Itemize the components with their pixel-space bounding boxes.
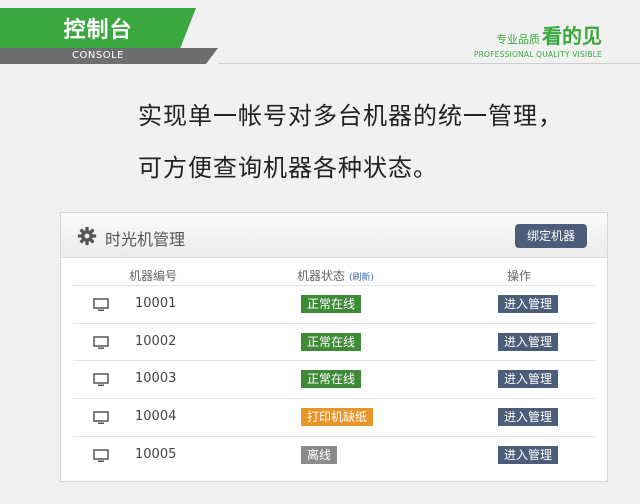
enter-management-button[interactable]: 进入管理 xyxy=(498,333,559,351)
slogan-english: PROFESSIONAL QUALITY VISIBLE xyxy=(473,50,602,59)
panel-header: 时光机管理 绑定机器 xyxy=(61,213,607,258)
status-badge: 离线 xyxy=(301,446,338,464)
enter-management-button[interactable]: 进入管理 xyxy=(498,370,559,388)
status-badge: 正常在线 xyxy=(301,295,362,313)
column-header-status-label: 机器状态 xyxy=(297,269,346,283)
column-header-status: 机器状态 (刷新) xyxy=(297,267,374,284)
column-header-action: 操作 xyxy=(507,269,532,283)
machine-id: 10004 xyxy=(135,409,177,424)
monitor-icon xyxy=(93,336,109,349)
table-row: 10005 离线 进入管理 xyxy=(73,436,595,474)
enter-management-button[interactable]: 进入管理 xyxy=(498,295,559,313)
headline-line-1: 实现单一帐号对多台机器的统一管理， xyxy=(138,102,563,130)
status-badge: 正常在线 xyxy=(301,333,362,351)
banner-divider xyxy=(218,63,640,64)
column-header-id: 机器编号 xyxy=(129,269,178,283)
panel-title: 时光机管理 xyxy=(105,230,186,249)
machine-id: 10002 xyxy=(135,334,177,349)
monitor-icon xyxy=(93,449,109,462)
monitor-icon xyxy=(93,373,109,386)
table-row: 10003 正常在线 进入管理 xyxy=(73,360,595,398)
table-row: 10002 正常在线 进入管理 xyxy=(73,323,595,361)
status-badge: 正常在线 xyxy=(301,370,362,388)
table-row: 10001 正常在线 进入管理 xyxy=(73,285,595,323)
console-subtitle: CONSOLE xyxy=(72,50,124,61)
machine-management-panel: 时光机管理 绑定机器 机器编号 机器状态 (刷新) 操作 10001 正常在线 进… xyxy=(60,212,608,482)
refresh-link[interactable]: (刷新) xyxy=(349,273,374,283)
gear-icon xyxy=(77,226,97,246)
machine-id: 10005 xyxy=(135,447,177,462)
machine-id: 10001 xyxy=(135,296,177,311)
machine-id: 10003 xyxy=(135,371,177,386)
bind-machine-button[interactable]: 绑定机器 xyxy=(515,224,587,248)
slogan: 专业品质 看的见 PROFESSIONAL QUALITY VISIBLE xyxy=(474,20,602,59)
slogan-big: 看的见 xyxy=(542,24,602,48)
table-row: 10004 打印机缺纸 进入管理 xyxy=(73,398,595,436)
headline-line-2: 可方便查询机器各种状态。 xyxy=(138,154,438,182)
status-badge: 打印机缺纸 xyxy=(301,408,374,426)
console-title: 控制台 xyxy=(63,18,133,43)
enter-management-button[interactable]: 进入管理 xyxy=(498,408,559,426)
top-banner: 控制台 CONSOLE 专业品质 看的见 PROFESSIONAL QUALITY… xyxy=(0,0,640,70)
enter-management-button[interactable]: 进入管理 xyxy=(498,446,559,464)
monitor-icon xyxy=(93,298,109,311)
slogan-small: 专业品质 xyxy=(496,33,540,46)
monitor-icon xyxy=(93,411,109,424)
